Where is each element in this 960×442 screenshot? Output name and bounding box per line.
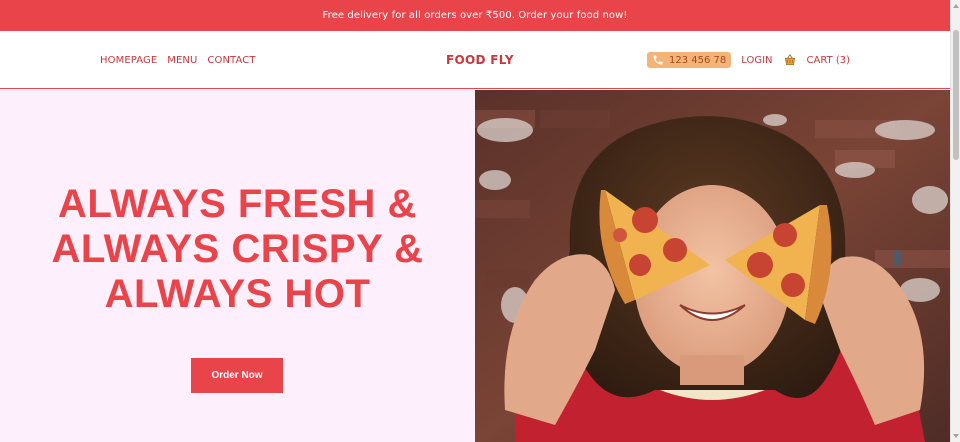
promo-text: Free delivery for all orders over ₹500. … (322, 10, 628, 21)
cart-basket-icon[interactable] (783, 53, 797, 67)
hero-text-panel: ALWAYS FRESH & ALWAYS CRISPY & ALWAYS HO… (0, 90, 475, 442)
secondary-nav: 123 456 78 LOGIN CART (3) (646, 31, 851, 89)
scroll-up-icon[interactable] (953, 4, 959, 8)
nav-contact-link[interactable]: CONTACT (207, 55, 255, 66)
site-header: HOMEPAGE MENU CONTACT FOOD FLY 123 456 7… (0, 31, 950, 89)
promo-bar: Free delivery for all orders over ₹500. … (0, 0, 950, 31)
nav-menu-link[interactable]: MENU (167, 55, 197, 66)
phone-number: 123 456 78 (668, 54, 727, 66)
vertical-scrollbar[interactable] (950, 0, 960, 442)
scroll-thumb[interactable] (953, 30, 959, 160)
nav-homepage-link[interactable]: HOMEPAGE (100, 55, 157, 66)
hero-section: ALWAYS FRESH & ALWAYS CRISPY & ALWAYS HO… (0, 90, 950, 442)
login-link[interactable]: LOGIN (741, 55, 772, 66)
primary-nav: HOMEPAGE MENU CONTACT (100, 31, 256, 89)
brand-logo[interactable]: FOOD FLY (446, 31, 514, 89)
phone-icon (652, 54, 664, 66)
cart-link[interactable]: CART (3) (807, 55, 851, 66)
headline-line: ALWAYS FRESH & (58, 182, 417, 226)
phone-badge[interactable]: 123 456 78 (646, 52, 732, 68)
scroll-down-icon[interactable] (953, 434, 959, 438)
headline-line: ALWAYS HOT (104, 272, 371, 316)
page: Free delivery for all orders over ₹500. … (0, 0, 950, 442)
hero-photo (475, 90, 950, 442)
person-with-pizza-photo-icon (475, 90, 950, 442)
order-now-button[interactable]: Order Now (191, 358, 283, 393)
headline-line: ALWAYS CRISPY & (51, 227, 424, 271)
hero-headline: ALWAYS FRESH & ALWAYS CRISPY & ALWAYS HO… (20, 182, 455, 317)
